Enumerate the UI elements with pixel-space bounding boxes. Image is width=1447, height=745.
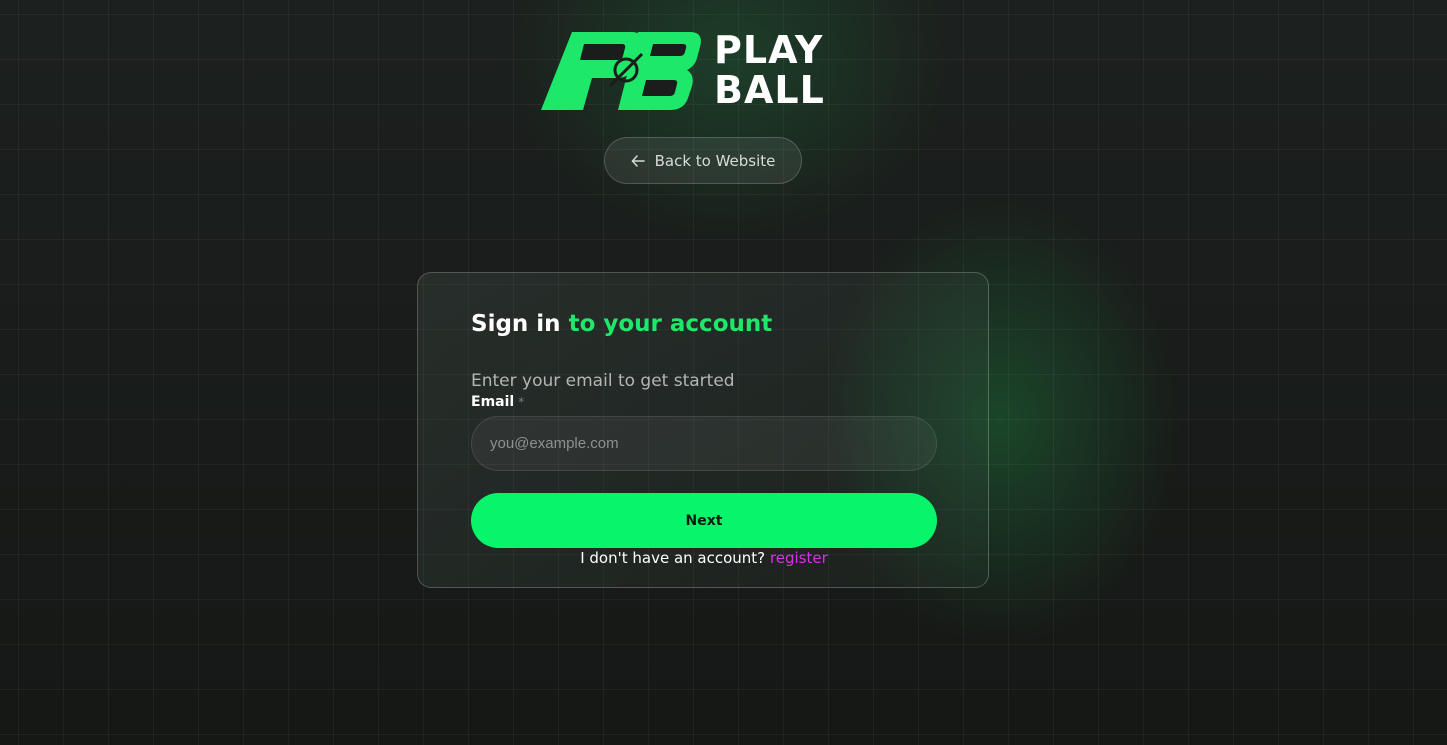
email-label: Email * bbox=[471, 394, 524, 410]
required-marker: * bbox=[518, 395, 525, 409]
playball-logo[interactable]: PLAY BALL bbox=[540, 30, 870, 112]
arrow-left-icon bbox=[631, 154, 645, 167]
signin-card: Sign in to your account Enter your email… bbox=[417, 272, 989, 588]
email-field[interactable] bbox=[471, 416, 937, 471]
next-button[interactable]: Next bbox=[471, 493, 937, 548]
logo-word-play: PLAY bbox=[714, 28, 824, 72]
back-to-website-label: Back to Website bbox=[654, 151, 776, 170]
signin-title-white: Sign in bbox=[471, 311, 561, 337]
back-to-website-button[interactable]: Back to Website bbox=[604, 137, 802, 184]
pb-logo-mark-icon bbox=[541, 32, 701, 110]
no-account-text: I don't have an account? bbox=[580, 549, 766, 567]
register-link[interactable]: register bbox=[770, 549, 828, 567]
signin-title-accent: to your account bbox=[568, 311, 773, 337]
register-prompt: I don't have an account? register bbox=[418, 549, 990, 567]
signin-subtitle: Enter your email to get started bbox=[471, 371, 735, 391]
logo-word-ball: BALL bbox=[714, 68, 825, 112]
logo-wordmark: PLAY BALL bbox=[714, 30, 874, 110]
signin-title: Sign in to your account bbox=[471, 311, 772, 337]
email-label-text: Email bbox=[471, 394, 515, 410]
